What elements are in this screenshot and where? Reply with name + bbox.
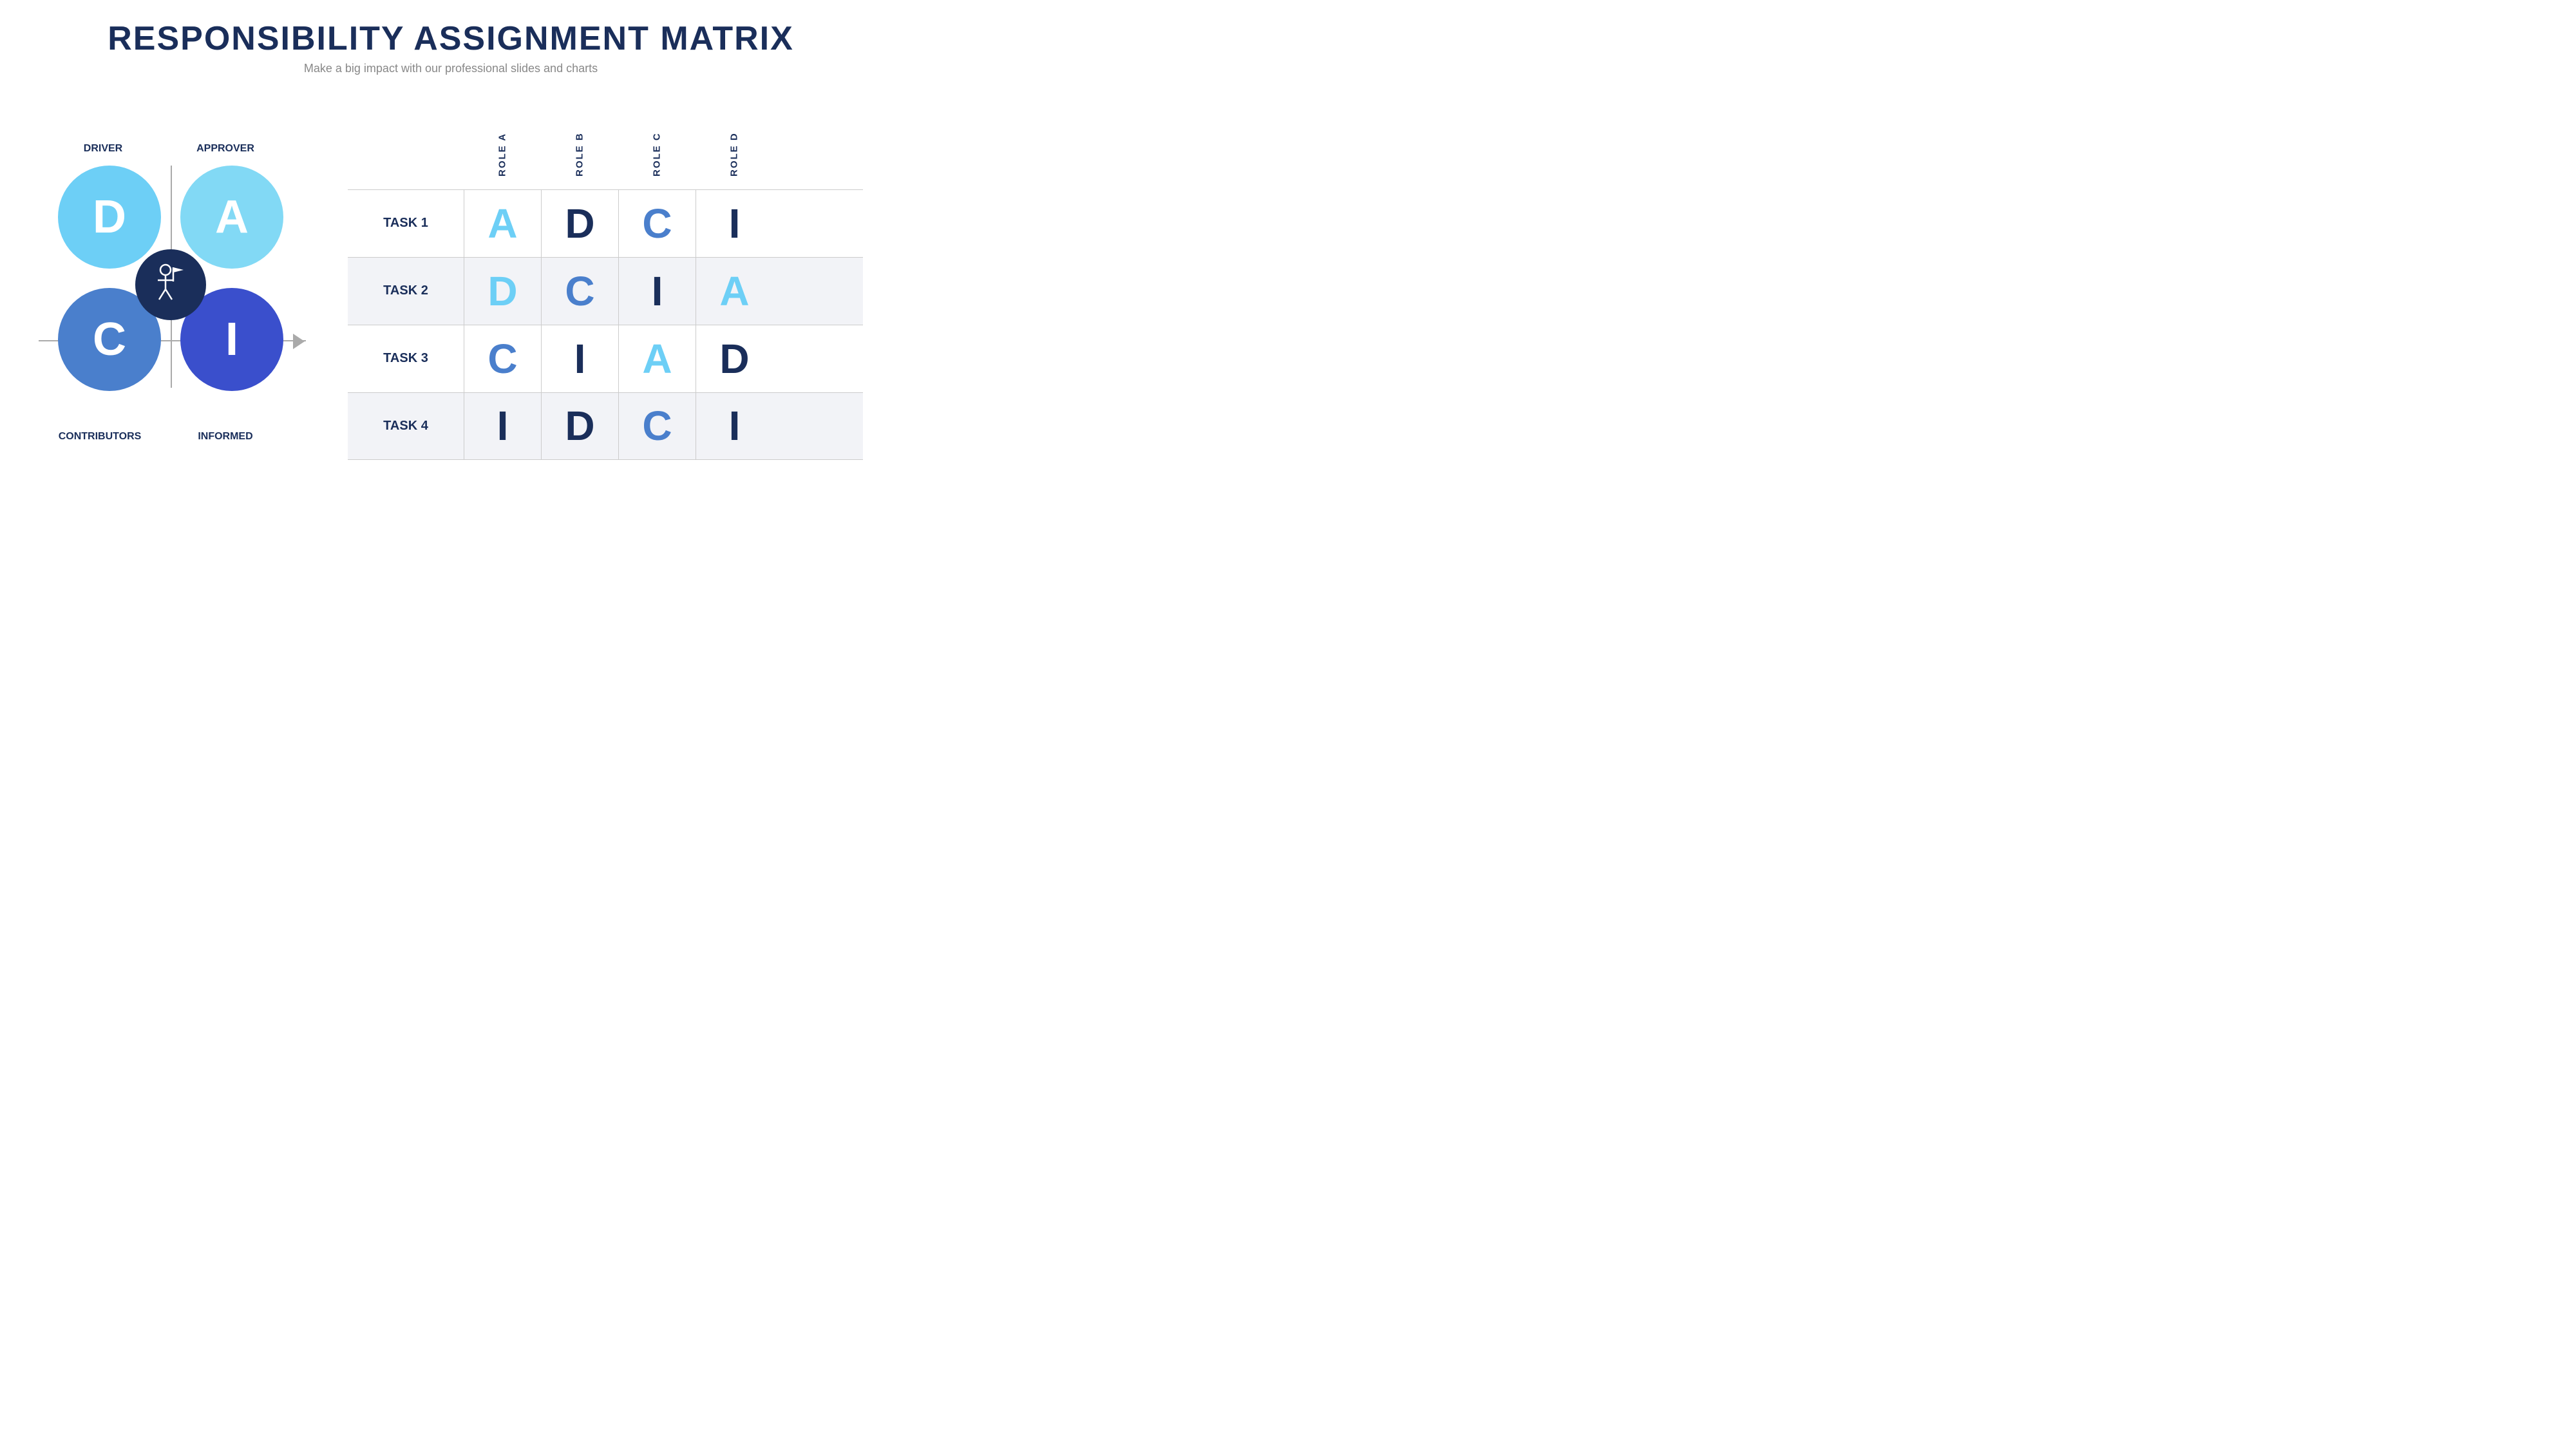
cell-letter: D xyxy=(565,200,594,247)
role-header-c: ROLE C xyxy=(618,122,696,187)
cell-letter: I xyxy=(497,402,509,450)
arrow-right-icon xyxy=(293,334,305,349)
subtitle: Make a big impact with our professional … xyxy=(108,62,794,75)
circle-d: D xyxy=(58,166,161,269)
cell-t1-rc: C xyxy=(618,190,696,257)
cell-t2-rb: C xyxy=(541,258,618,325)
cell-t4-rd: I xyxy=(696,393,773,459)
circle-a: A xyxy=(180,166,283,269)
cell-letter: C xyxy=(642,402,672,450)
cell-letter: C xyxy=(565,267,594,315)
label-approver: APPROVER xyxy=(180,143,270,155)
diagram: DRIVER APPROVER CONTRIBUTORS INFORMED D … xyxy=(39,124,309,459)
cell-t3-rb: I xyxy=(541,325,618,392)
cell-t1-rb: D xyxy=(541,190,618,257)
cell-t2-ra: D xyxy=(464,258,541,325)
label-driver: DRIVER xyxy=(58,143,148,155)
task-label-3: TASK 3 xyxy=(348,351,464,366)
circle-c-letter: C xyxy=(93,313,126,366)
label-informed: INFORMED xyxy=(180,431,270,443)
matrix-row-task4: TASK 4 I D C I xyxy=(348,392,863,460)
main-title: RESPONSIBILITY ASSIGNMENT MATRIX xyxy=(108,19,794,58)
person-flag-icon xyxy=(151,262,190,307)
cell-t1-ra: A xyxy=(464,190,541,257)
cell-t4-rc: C xyxy=(618,393,696,459)
matrix-row-task1: TASK 1 A D C I xyxy=(348,189,863,257)
cell-t1-rd: I xyxy=(696,190,773,257)
cell-letter: D xyxy=(719,335,749,383)
cell-letter: I xyxy=(652,267,663,315)
cell-letter: I xyxy=(729,200,741,247)
matrix-row-task3: TASK 3 C I A D xyxy=(348,325,863,392)
circle-d-letter: D xyxy=(93,191,126,243)
content-area: DRIVER APPROVER CONTRIBUTORS INFORMED D … xyxy=(0,81,902,508)
cell-t3-rc: A xyxy=(618,325,696,392)
task-label-2: TASK 2 xyxy=(348,283,464,298)
cell-letter: D xyxy=(565,402,594,450)
circle-a-letter: A xyxy=(215,191,249,243)
role-header-a: ROLE A xyxy=(464,122,541,187)
circle-center xyxy=(135,249,206,320)
task-label-4: TASK 4 xyxy=(348,419,464,434)
cell-letter: D xyxy=(488,267,517,315)
task-label-1: TASK 1 xyxy=(348,216,464,231)
cell-t3-ra: C xyxy=(464,325,541,392)
cell-letter: A xyxy=(719,267,749,315)
role-header-d: ROLE D xyxy=(696,122,773,187)
cell-letter: C xyxy=(642,200,672,247)
role-header-b: ROLE B xyxy=(541,122,618,187)
cell-t4-rb: D xyxy=(541,393,618,459)
header: RESPONSIBILITY ASSIGNMENT MATRIX Make a … xyxy=(108,0,794,81)
matrix: ROLE A ROLE B ROLE C ROLE D TASK 1 A D C… xyxy=(348,122,863,460)
cell-letter: A xyxy=(488,200,517,247)
cell-letter: C xyxy=(488,335,517,383)
cell-t4-ra: I xyxy=(464,393,541,459)
cell-t2-rc: I xyxy=(618,258,696,325)
cell-t3-rd: D xyxy=(696,325,773,392)
circle-i-letter: I xyxy=(225,313,238,366)
cell-letter: A xyxy=(642,335,672,383)
cell-letter: I xyxy=(574,335,586,383)
cell-letter: I xyxy=(729,402,741,450)
cell-t2-rd: A xyxy=(696,258,773,325)
matrix-row-task2: TASK 2 D C I A xyxy=(348,257,863,325)
matrix-header-row: ROLE A ROLE B ROLE C ROLE D xyxy=(464,122,863,187)
label-contributors: CONTRIBUTORS xyxy=(45,431,155,443)
